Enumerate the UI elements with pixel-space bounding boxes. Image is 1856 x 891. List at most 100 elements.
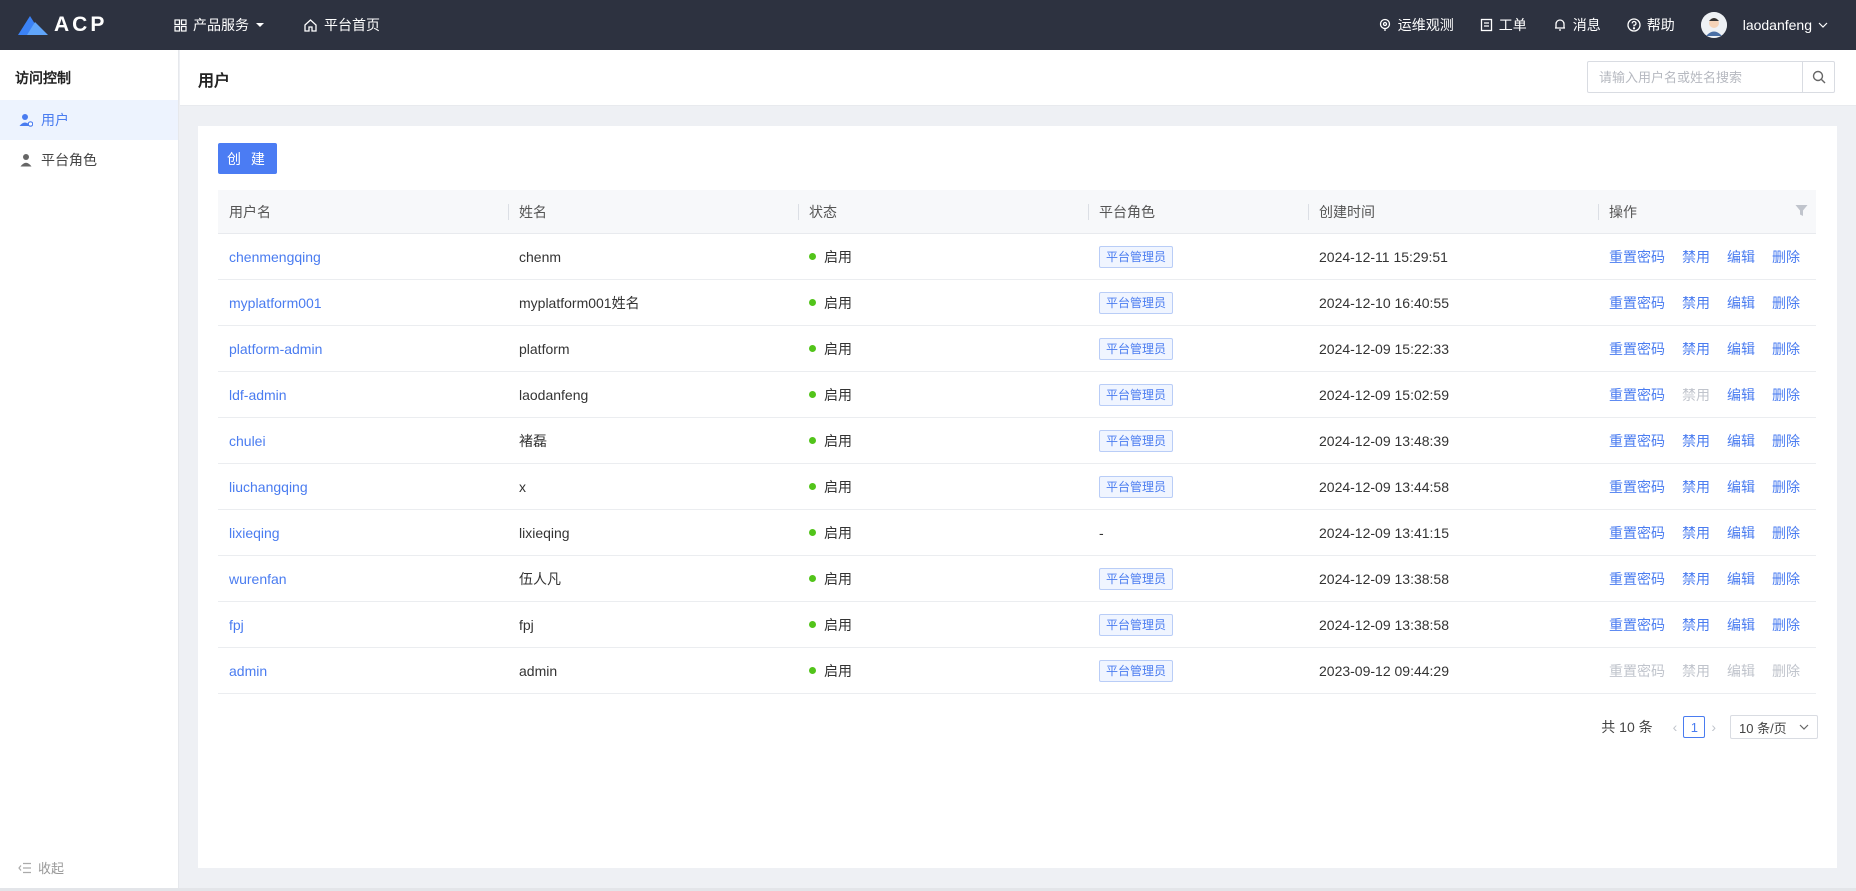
products-label: 产品服务 <box>193 17 249 33</box>
created-time-cell: 2024-12-09 15:02:59 <box>1319 386 1449 403</box>
delete-button[interactable]: 删除 <box>1772 339 1800 359</box>
table-row: platform-admin platform 启用 平台管理员 2024-12-09 … <box>218 326 1816 372</box>
disable-button[interactable]: 禁用 <box>1682 247 1710 267</box>
disable-button[interactable]: 禁用 <box>1682 431 1710 451</box>
ticket-link[interactable]: 工单 <box>1480 15 1527 35</box>
total-count: 共 10 条 <box>1601 719 1653 735</box>
search-icon <box>1812 70 1825 84</box>
prev-page-icon[interactable]: ‹ <box>1673 719 1678 735</box>
user-menu[interactable]: laodanfeng <box>1743 17 1828 33</box>
edit-button[interactable]: 编辑 <box>1727 569 1755 589</box>
edit-button[interactable]: 编辑 <box>1727 615 1755 635</box>
reset-password-button[interactable]: 重置密码 <box>1609 477 1665 497</box>
created-time-cell: 2024-12-09 15:22:33 <box>1319 340 1449 357</box>
delete-button[interactable]: 删除 <box>1772 523 1800 543</box>
username-link[interactable]: wurenfan <box>229 571 287 587</box>
filter-icon[interactable] <box>1795 204 1808 217</box>
help-link[interactable]: 帮助 <box>1627 15 1675 35</box>
edit-button[interactable]: 编辑 <box>1727 477 1755 497</box>
status-dot-icon <box>809 391 816 398</box>
delete-button[interactable]: 删除 <box>1772 293 1800 313</box>
delete-button[interactable]: 删除 <box>1772 569 1800 589</box>
disable-button[interactable]: 禁用 <box>1682 569 1710 589</box>
reset-password-button[interactable]: 重置密码 <box>1609 247 1665 267</box>
username-link[interactable]: myplatform001 <box>229 295 322 311</box>
page-size-select[interactable]: 10 条/页 <box>1730 715 1818 739</box>
ops-label: 运维观测 <box>1397 17 1454 33</box>
page-title: 用户 <box>198 73 231 90</box>
edit-button[interactable]: 编辑 <box>1727 523 1755 543</box>
username-link[interactable]: chulei <box>229 433 266 449</box>
table-row: chenmengqing chenm 启用 平台管理员 2024-12-11 15:29… <box>218 234 1816 280</box>
actions-cell: 重置密码 禁用 编辑 删除 <box>1598 648 1816 693</box>
next-page-icon[interactable]: › <box>1711 719 1716 735</box>
created-time-cell: 2024-12-10 16:40:55 <box>1319 294 1449 311</box>
page-number[interactable]: 1 <box>1683 716 1706 738</box>
edit-button[interactable]: 编辑 <box>1727 293 1755 313</box>
reset-password-button[interactable]: 重置密码 <box>1609 431 1665 451</box>
users-table: 用户名 姓名 状态 平台角色 创建时间 操作 chenmengqing chenm… <box>218 190 1816 694</box>
username-link[interactable]: ldf-admin <box>229 387 287 403</box>
created-time-cell: 2024-12-09 13:41:15 <box>1319 524 1449 541</box>
users-card: 创 建 用户名 姓名 状态 平台角色 创建时间 操作 chenmengqing c… <box>198 126 1837 868</box>
avatar[interactable] <box>1700 12 1727 38</box>
username-link[interactable]: admin <box>229 663 267 679</box>
brand-logo[interactable]: ACP <box>18 13 138 37</box>
reset-password-button[interactable]: 重置密码 <box>1609 293 1665 313</box>
disable-button[interactable]: 禁用 <box>1682 293 1710 313</box>
delete-button[interactable]: 删除 <box>1772 247 1800 267</box>
status-label: 启用 <box>824 386 852 403</box>
edit-button[interactable]: 编辑 <box>1727 339 1755 359</box>
disable-button[interactable]: 禁用 <box>1682 339 1710 359</box>
edit-button[interactable]: 编辑 <box>1727 247 1755 267</box>
products-menu[interactable]: 产品服务 <box>174 15 265 35</box>
disable-button[interactable]: 禁用 <box>1682 523 1710 543</box>
status-cell: 启用 <box>798 464 1088 509</box>
search-input[interactable] <box>1588 62 1802 92</box>
reset-password-button[interactable]: 重置密码 <box>1609 523 1665 543</box>
create-button[interactable]: 创 建 <box>218 143 277 174</box>
disable-button[interactable]: 禁用 <box>1682 615 1710 635</box>
disable-button: 禁用 <box>1682 662 1710 679</box>
status-label: 启用 <box>824 570 852 587</box>
column-header-created: 创建时间 <box>1308 190 1598 233</box>
platform-home-link[interactable]: 平台首页 <box>303 15 380 35</box>
search-button[interactable] <box>1802 62 1834 92</box>
column-header-name: 姓名 <box>508 190 798 233</box>
username-link[interactable]: lixieqing <box>229 525 280 541</box>
status-dot-icon <box>809 253 816 260</box>
sidebar: 访问控制 用户 平台角色 收起 <box>0 50 179 891</box>
delete-button[interactable]: 删除 <box>1772 615 1800 635</box>
username-link[interactable]: liuchangqing <box>229 479 308 495</box>
username-link[interactable]: fpj <box>229 617 244 633</box>
sidebar-item-users[interactable]: 用户 <box>0 100 178 140</box>
delete-button[interactable]: 删除 <box>1772 431 1800 451</box>
table-row: chulei 褚磊 启用 平台管理员 2024-12-09 13:48:39 重置密码 禁用… <box>218 418 1816 464</box>
delete-button[interactable]: 删除 <box>1772 385 1800 405</box>
ops-observe-link[interactable]: 运维观测 <box>1378 15 1454 35</box>
edit-button[interactable]: 编辑 <box>1727 431 1755 451</box>
reset-password-button[interactable]: 重置密码 <box>1609 569 1665 589</box>
reset-password-button[interactable]: 重置密码 <box>1609 615 1665 635</box>
message-link[interactable]: 消息 <box>1553 15 1601 35</box>
status-dot-icon <box>809 437 816 444</box>
username-link[interactable]: chenmengqing <box>229 249 321 265</box>
sidebar-collapse-button[interactable]: 收起 <box>18 858 64 877</box>
reset-password-button[interactable]: 重置密码 <box>1609 339 1665 359</box>
sidebar-item-platform-roles[interactable]: 平台角色 <box>0 140 178 180</box>
name-cell: chenm <box>519 248 562 265</box>
caret-down-icon <box>256 23 264 27</box>
home-label: 平台首页 <box>324 17 380 33</box>
help-label: 帮助 <box>1646 17 1675 33</box>
disable-button[interactable]: 禁用 <box>1682 477 1710 497</box>
pagination: 共 10 条 ‹ 1 › 10 条/页 <box>1601 715 1818 739</box>
role-cell: 平台管理员 <box>1088 372 1308 417</box>
username-cell: chulei <box>218 418 508 463</box>
chevron-down-icon <box>1799 724 1809 730</box>
delete-button[interactable]: 删除 <box>1772 477 1800 497</box>
username-link[interactable]: platform-admin <box>229 341 322 357</box>
reset-password-button[interactable]: 重置密码 <box>1609 385 1665 405</box>
edit-button[interactable]: 编辑 <box>1727 385 1755 405</box>
name-cell: lixieqing <box>519 524 570 541</box>
role-cell: 平台管理员 <box>1088 326 1308 371</box>
